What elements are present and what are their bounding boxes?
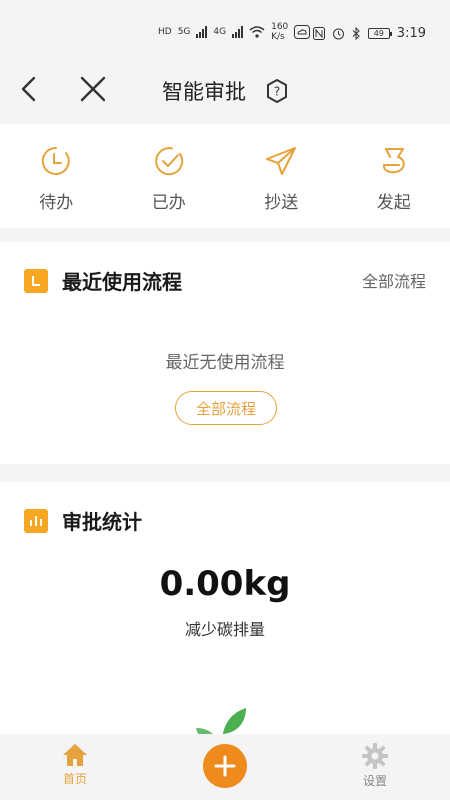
recent-header: 最近使用流程 — [24, 266, 182, 295]
recent-title: 最近使用流程 — [62, 270, 182, 294]
status-bar: HD 5G 4G 160 K/s 49 3:19 — [0, 0, 450, 62]
action-todo-label: 待办 — [39, 193, 74, 213]
nfc-icon — [312, 27, 325, 40]
back-arrow-icon[interactable] — [14, 74, 44, 104]
all-workflows-link[interactable]: 全部流程 — [362, 268, 426, 292]
bluetooth-icon — [352, 27, 360, 40]
signal-icon-2 — [232, 26, 244, 38]
plus-icon — [214, 755, 236, 777]
action-initiate[interactable]: 发起 — [338, 124, 450, 228]
bar-chart-icon — [24, 508, 48, 533]
speed-value: 160 — [271, 22, 289, 32]
nav-home[interactable]: 首页 — [50, 742, 100, 787]
add-button[interactable] — [203, 744, 247, 788]
carbon-label: 减少碳排量 — [184, 620, 265, 639]
battery-icon: 49 — [367, 28, 392, 39]
stats-title: 审批统计 — [62, 510, 142, 534]
approval-stats-card: 审批统计 0.00kg 减少碳排量 — [0, 482, 450, 744]
bottom-nav: 首页 设置 — [0, 734, 450, 800]
close-icon[interactable] — [78, 74, 108, 104]
empty-state-text: 最近无使用流程 — [165, 353, 285, 373]
check-circle-icon — [154, 147, 183, 176]
paper-plane-icon — [266, 147, 297, 175]
page-title: 智能审批 — [162, 80, 246, 104]
cloud-icon — [294, 25, 311, 39]
initiate-icon — [382, 148, 405, 174]
battery-level: 49 — [373, 29, 384, 38]
carbon-value: 0.00kg — [159, 564, 291, 604]
quick-actions: 待办 已办 抄送 发起 — [0, 124, 450, 228]
hd-label: HD — [158, 27, 172, 37]
clock-time: 3:19 — [396, 26, 426, 41]
nav-settings[interactable]: 设置 — [350, 742, 400, 789]
action-done[interactable]: 已办 — [113, 124, 226, 228]
recent-workflows-card: 最近使用流程 全部流程 最近无使用流程 全部流程 — [0, 242, 450, 464]
signal-icon — [196, 26, 208, 38]
action-done-label: 已办 — [151, 193, 186, 213]
alarm-icon — [332, 28, 344, 40]
wifi-icon — [249, 26, 265, 38]
action-todo[interactable]: 待办 — [0, 124, 113, 228]
system-indicators: 49 3:19 — [312, 26, 426, 41]
clock-icon — [42, 146, 70, 175]
nav-home-label: 首页 — [62, 772, 87, 786]
4g-label: 4G — [213, 27, 227, 37]
gear-icon — [362, 743, 388, 769]
speed-unit: K/s — [271, 32, 285, 42]
action-cc-label: 抄送 — [264, 193, 299, 213]
network-indicators: HD 5G 4G 160 K/s — [158, 22, 311, 42]
all-workflows-button[interactable]: 全部流程 — [175, 391, 277, 425]
app-header: 智能审批 ? — [0, 62, 450, 120]
nav-settings-label: 设置 — [362, 774, 387, 788]
svg-text:?: ? — [274, 85, 280, 99]
action-initiate-label: 发起 — [376, 193, 411, 213]
stats-header: 审批统计 — [24, 506, 142, 535]
action-cc[interactable]: 抄送 — [225, 124, 338, 228]
5g-label: 5G — [177, 27, 191, 37]
help-icon[interactable]: ? — [264, 78, 290, 104]
home-icon — [63, 744, 87, 766]
recent-clock-icon — [24, 268, 48, 293]
